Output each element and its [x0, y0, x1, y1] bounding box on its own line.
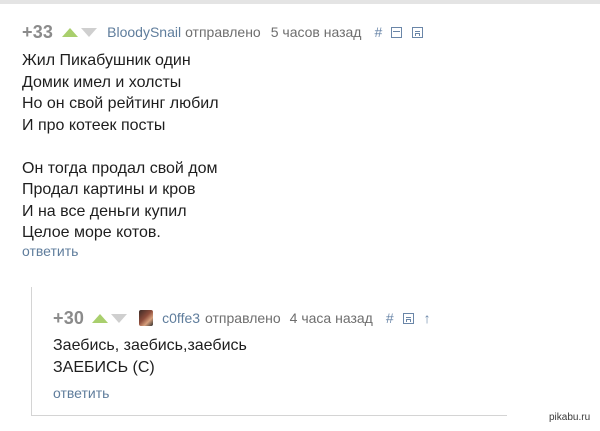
sent-label: отправлено: [205, 310, 281, 326]
comment-line: Целое море котов.: [22, 224, 161, 241]
save-icon[interactable]: [402, 312, 414, 324]
comment-author[interactable]: c0ffe3: [162, 310, 200, 326]
reply-comment-body: Заебись, заебись,заебись ЗАЕБИСЬ (С): [53, 335, 453, 378]
permalink-hash-icon[interactable]: #: [386, 310, 394, 326]
comment-time[interactable]: 5 часов назад: [271, 24, 362, 40]
reply-comment-header: +30 c0ffe3 отправлено 4 часа назад # ↑: [53, 308, 431, 328]
upvote-icon[interactable]: [62, 27, 79, 37]
save-icon[interactable]: [412, 26, 424, 38]
watermark: pikabu.ru: [549, 412, 591, 423]
reply-button[interactable]: ответить: [53, 385, 109, 401]
comment-line: Продал картины и кров: [22, 181, 196, 198]
downvote-icon[interactable]: [81, 27, 98, 37]
comment-header: +33 BloodySnail отправлено 5 часов назад…: [22, 21, 424, 42]
comment-line: Жил Пикабушник один: [22, 52, 191, 69]
downvote-icon[interactable]: [111, 313, 128, 323]
comment-line: Домик имел и холсты: [22, 73, 182, 91]
sent-label: отправлено: [185, 24, 261, 40]
comment-rating: +30: [53, 307, 85, 328]
comment-body: Жил Пикабушник один Домик имел и холсты …: [22, 50, 442, 244]
top-divider: [0, 0, 600, 4]
parent-comment-arrow-icon[interactable]: ↑: [424, 310, 431, 326]
comment-line: ЗАЕБИСЬ (С): [53, 358, 155, 376]
comment-line: И на все деньги купил: [22, 202, 187, 220]
reply-button[interactable]: ответить: [22, 243, 78, 259]
comment-author[interactable]: BloodySnail: [107, 24, 181, 40]
collapse-icon[interactable]: [391, 26, 403, 38]
comment-line: Заебись, заебись,заебись: [53, 337, 247, 354]
comment-line: И про котеек посты: [22, 116, 166, 134]
avatar[interactable]: [139, 310, 154, 326]
thread-bottom-line: [31, 415, 507, 416]
comment-line: Он тогда продал свой дом: [22, 159, 218, 177]
permalink-hash-icon[interactable]: #: [374, 24, 382, 40]
comment-time[interactable]: 4 часа назад: [290, 310, 373, 326]
thread-line[interactable]: [31, 287, 32, 415]
upvote-icon[interactable]: [92, 313, 109, 323]
comment-line: Но он свой рейтинг любил: [22, 95, 219, 112]
comment-rating: +33: [22, 21, 54, 42]
